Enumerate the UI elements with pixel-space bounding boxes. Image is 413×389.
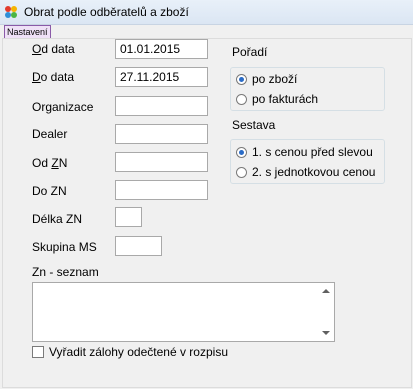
- title-bar: Obrat podle odběratelů a zboží: [0, 0, 413, 25]
- radio-unselected-icon[interactable]: [236, 166, 247, 178]
- do-zn-input[interactable]: [115, 180, 208, 200]
- vertical-scrollbar[interactable]: [318, 283, 334, 341]
- delka-zn-input[interactable]: [115, 207, 142, 227]
- od-zn-label: Od ZN: [32, 156, 68, 170]
- delka-zn-label: Délka ZN: [32, 212, 83, 226]
- zn-seznam-textarea[interactable]: [32, 282, 335, 342]
- radio-selected-icon[interactable]: [236, 73, 247, 85]
- od-data-input[interactable]: 01.01.2015: [115, 39, 208, 59]
- radio-unselected-icon[interactable]: [236, 93, 247, 105]
- do-zn-label: Do ZN: [32, 184, 67, 198]
- checkbox-box[interactable]: [32, 346, 44, 358]
- vyradit-checkbox[interactable]: Vyřadit zálohy odečtené v rozpisu: [32, 345, 228, 359]
- sestava-option-1[interactable]: 1. s cenou před slevou: [236, 145, 373, 159]
- od-zn-input[interactable]: [115, 152, 208, 172]
- do-data-input[interactable]: 27.11.2015: [115, 67, 208, 87]
- organizace-input[interactable]: [115, 96, 208, 116]
- zn-seznam-label: Zn - seznam: [32, 265, 99, 279]
- skupina-ms-label: Skupina MS: [32, 240, 97, 254]
- poradi-option-po-fakturach[interactable]: po fakturách: [236, 92, 318, 106]
- vyradit-label: Vyřadit zálohy odečtené v rozpisu: [49, 345, 228, 359]
- dealer-label: Dealer: [32, 127, 68, 141]
- settings-menu[interactable]: Nastavení: [4, 25, 51, 39]
- sestava-option-2[interactable]: 2. s jednotkovou cenou: [236, 165, 375, 179]
- scroll-up-icon[interactable]: [322, 289, 330, 293]
- window-title: Obrat podle odběratelů a zboží: [24, 5, 189, 19]
- app-icon: [5, 6, 17, 18]
- radio-selected-icon[interactable]: [236, 146, 247, 158]
- od-data-label: Od data: [32, 42, 75, 56]
- poradi-title: Pořadí: [232, 45, 268, 59]
- skupina-ms-input[interactable]: [115, 236, 162, 256]
- poradi-option-po-zbozi[interactable]: po zboží: [236, 72, 297, 86]
- dealer-input[interactable]: [115, 124, 208, 144]
- sestava-title: Sestava: [232, 118, 276, 132]
- organizace-label: Organizace: [32, 100, 94, 114]
- scroll-down-icon[interactable]: [322, 331, 330, 335]
- do-data-label: Do data: [32, 70, 75, 84]
